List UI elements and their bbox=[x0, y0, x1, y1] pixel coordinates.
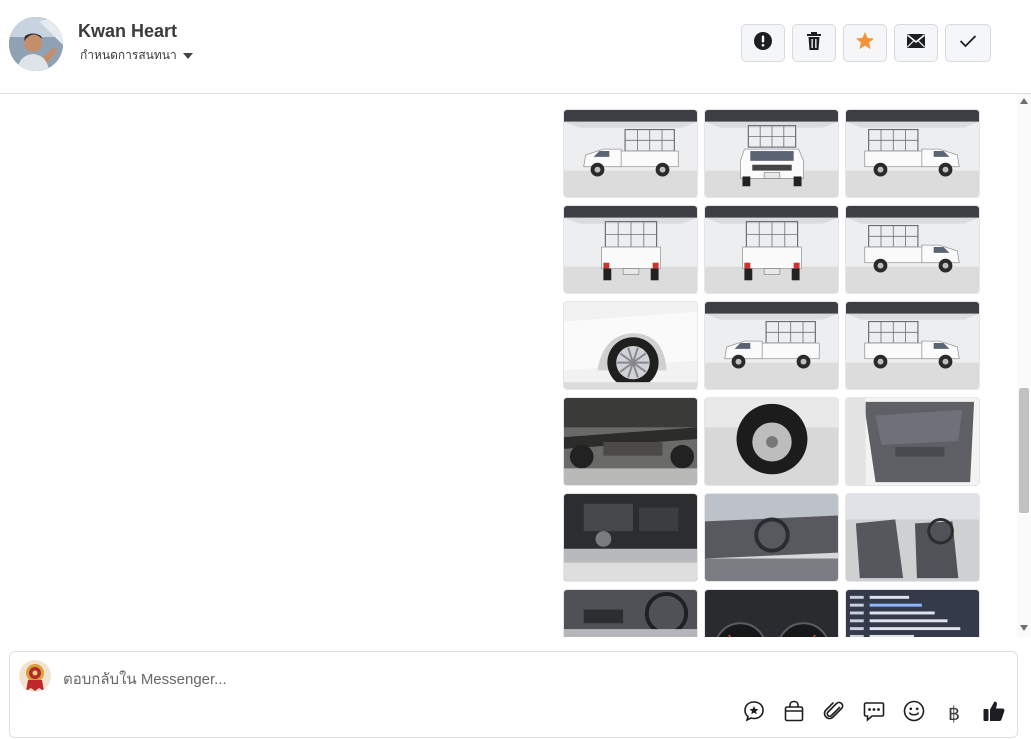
photo-image bbox=[846, 206, 979, 293]
message-photo-thumbnail[interactable] bbox=[704, 493, 839, 582]
message-photo-thumbnail[interactable] bbox=[704, 397, 839, 486]
scroll-down-arrow-icon[interactable] bbox=[1020, 625, 1028, 631]
message-photo-thumbnail[interactable] bbox=[704, 589, 839, 637]
photo-image bbox=[705, 206, 838, 293]
message-photo-thumbnail[interactable] bbox=[563, 493, 698, 582]
conversation-thread bbox=[0, 94, 1017, 637]
sticker-icon bbox=[743, 700, 765, 728]
message-photo-thumbnail[interactable] bbox=[704, 301, 839, 390]
paperclip-icon bbox=[823, 700, 845, 728]
baht-icon: ฿ bbox=[947, 703, 961, 725]
message-photo-thumbnail[interactable] bbox=[845, 397, 980, 486]
contact-name: Kwan Heart bbox=[78, 21, 178, 41]
delete-button[interactable] bbox=[792, 24, 836, 62]
mark-done-button[interactable] bbox=[945, 24, 991, 62]
photo-image bbox=[705, 494, 838, 581]
star-icon bbox=[855, 31, 875, 56]
photo-image bbox=[705, 590, 838, 637]
contact-avatar[interactable] bbox=[9, 17, 63, 71]
photo-image bbox=[564, 398, 697, 485]
reply-composer: ตอบกลับใน Messenger... ฿ bbox=[9, 651, 1018, 738]
message-photo-thumbnail[interactable] bbox=[563, 205, 698, 294]
thread-scrollbar[interactable] bbox=[1017, 94, 1031, 637]
photo-image bbox=[846, 590, 979, 637]
message-photo-thumbnail[interactable] bbox=[704, 109, 839, 198]
photo-image bbox=[564, 590, 697, 637]
photo-image bbox=[846, 302, 979, 389]
photo-image bbox=[564, 494, 697, 581]
caret-down-icon bbox=[182, 49, 193, 63]
photo-image bbox=[846, 494, 979, 581]
message-photo-thumbnail[interactable] bbox=[845, 205, 980, 294]
message-photo-thumbnail[interactable] bbox=[704, 205, 839, 294]
reply-input[interactable]: ตอบกลับใน Messenger... bbox=[63, 667, 227, 691]
message-photo-thumbnail[interactable] bbox=[563, 301, 698, 390]
like-button[interactable] bbox=[981, 701, 1007, 727]
alert-circle-icon bbox=[753, 31, 773, 56]
payment-button[interactable]: ฿ bbox=[941, 701, 967, 727]
check-icon bbox=[959, 34, 977, 53]
attach-button[interactable] bbox=[821, 701, 847, 727]
star-button[interactable] bbox=[843, 24, 887, 62]
conversation-header: Kwan Heart กำหนดการสนทนา bbox=[0, 0, 1031, 94]
assign-conversation-dropdown[interactable]: กำหนดการสนทนา bbox=[80, 46, 193, 65]
photo-grid bbox=[563, 109, 980, 637]
smiley-icon bbox=[903, 700, 925, 728]
page-avatar bbox=[19, 660, 51, 692]
saved-replies-button[interactable] bbox=[861, 701, 887, 727]
conversation-toolbar bbox=[741, 24, 991, 62]
thumbs-up-icon bbox=[982, 699, 1006, 729]
photo-image bbox=[846, 110, 979, 197]
message-photo-thumbnail[interactable] bbox=[845, 109, 980, 198]
photo-image bbox=[564, 110, 697, 197]
mark-spam-button[interactable] bbox=[741, 24, 785, 62]
message-photo-thumbnail[interactable] bbox=[563, 589, 698, 637]
photo-image bbox=[846, 398, 979, 485]
composer-actions: ฿ bbox=[741, 700, 1007, 728]
shop-button[interactable] bbox=[781, 700, 807, 728]
photo-image bbox=[564, 206, 697, 293]
message-photo-thumbnail[interactable] bbox=[845, 493, 980, 582]
message-photo-thumbnail[interactable] bbox=[845, 589, 980, 637]
assign-label: กำหนดการสนทนา bbox=[80, 48, 177, 62]
message-photo-thumbnail[interactable] bbox=[563, 109, 698, 198]
emoji-button[interactable] bbox=[901, 700, 927, 728]
message-photo-thumbnail[interactable] bbox=[845, 301, 980, 390]
sticker-button[interactable] bbox=[741, 701, 767, 727]
photo-image bbox=[705, 398, 838, 485]
message-photo-thumbnail[interactable] bbox=[563, 397, 698, 486]
envelope-icon bbox=[906, 33, 926, 54]
trash-icon bbox=[805, 31, 823, 56]
shopping-bag-icon bbox=[783, 700, 805, 728]
scrollbar-thumb[interactable] bbox=[1019, 388, 1029, 513]
mark-unread-button[interactable] bbox=[894, 24, 938, 62]
scroll-up-arrow-icon[interactable] bbox=[1020, 98, 1028, 104]
chat-bubble-icon bbox=[863, 700, 885, 728]
photo-image bbox=[705, 110, 838, 197]
photo-image bbox=[705, 302, 838, 389]
photo-image bbox=[564, 302, 697, 389]
